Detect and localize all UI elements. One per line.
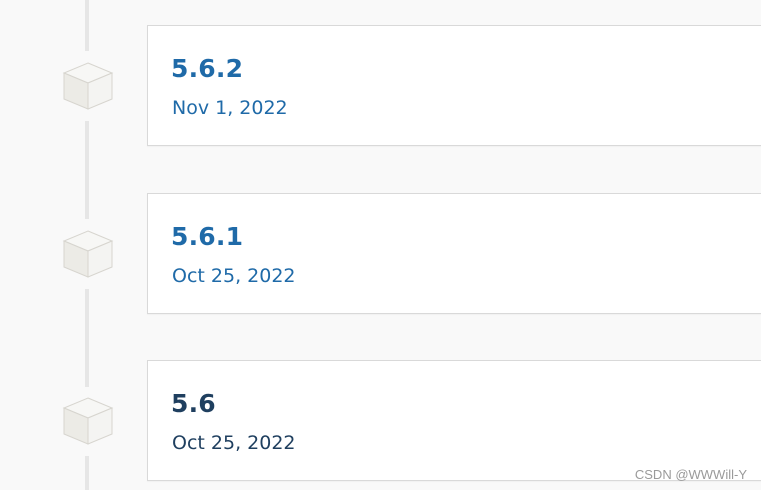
- release-card-5-6-1[interactable]: 5.6.1 Oct 25, 2022: [147, 193, 761, 314]
- release-box-icon: [62, 229, 114, 279]
- release-card-5-6-2[interactable]: 5.6.2 Nov 1, 2022: [147, 25, 761, 146]
- release-date: Oct 25, 2022: [172, 432, 296, 454]
- timeline-line-2: [85, 289, 89, 387]
- release-box-icon: [62, 61, 114, 111]
- timeline-line-top: [85, 0, 89, 51]
- release-card-5-6[interactable]: 5.6 Oct 25, 2022: [147, 360, 761, 481]
- release-date: Nov 1, 2022: [172, 97, 288, 119]
- release-box-icon: [62, 396, 114, 446]
- release-version[interactable]: 5.6: [171, 389, 216, 418]
- release-date: Oct 25, 2022: [172, 265, 296, 287]
- watermark: CSDN @WWWill-Y: [634, 467, 747, 482]
- timeline-line-bottom: [85, 456, 89, 490]
- release-version[interactable]: 5.6.2: [171, 54, 243, 83]
- timeline-line-1: [85, 121, 89, 219]
- release-version[interactable]: 5.6.1: [171, 222, 243, 251]
